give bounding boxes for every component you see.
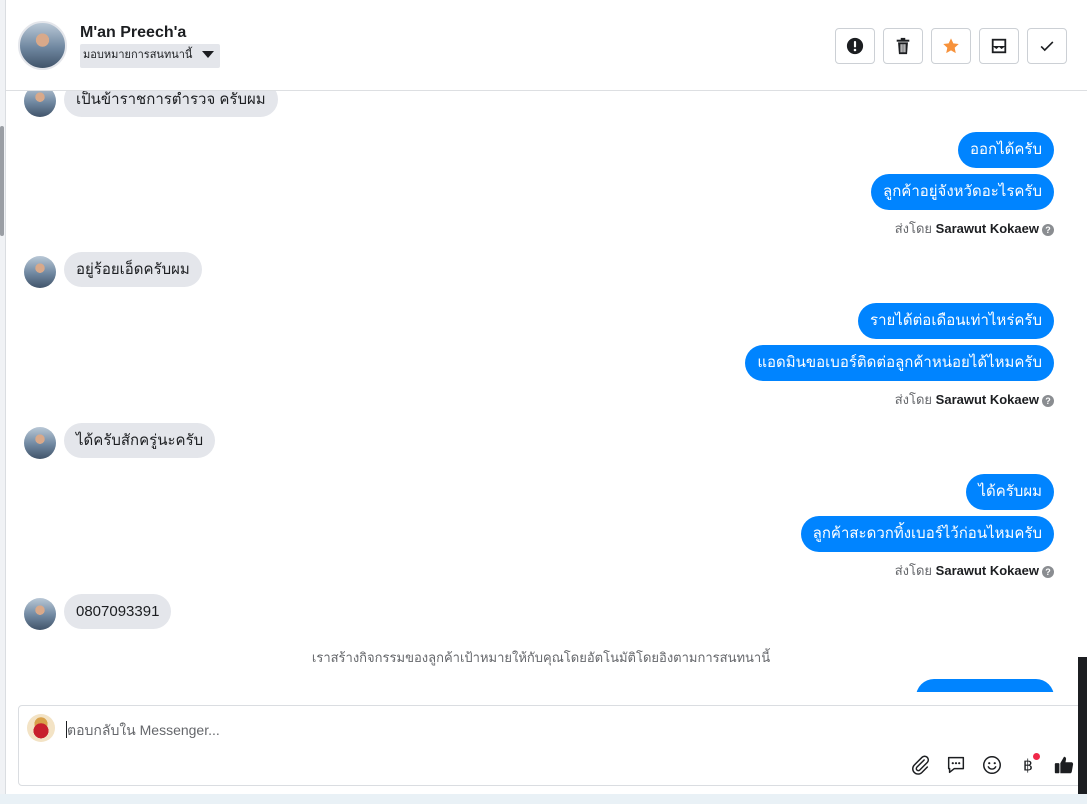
outgoing-message[interactable]: แอดมินขอเบอร์ติดต่อลูกค้าหน่อยได้ไหมครับ [745, 345, 1054, 381]
payment-button[interactable]: ฿ [1016, 753, 1040, 777]
contact-name[interactable]: M'an Preech'a [80, 24, 186, 42]
sent-by-label: ส่งโดย Sarawut Kokaew? [895, 218, 1054, 239]
sent-by-label: ส่งโดย Sarawut Kokaew? [895, 389, 1054, 410]
saved-replies-button[interactable] [944, 753, 968, 777]
attach-button[interactable] [908, 753, 932, 777]
assign-label: มอบหมายการสนทนานี้ [83, 49, 193, 61]
bottom-strip [0, 794, 1087, 804]
incoming-message[interactable]: 0807093391 [64, 594, 172, 629]
star-button[interactable] [931, 28, 971, 64]
reply-input[interactable] [67, 720, 967, 740]
exclamation-circle-icon [846, 37, 864, 55]
page-avatar [27, 714, 55, 742]
side-panel-edge [1077, 480, 1087, 520]
sent-by-prefix: ส่งโดย [894, 563, 933, 578]
reply-composer: ฿ [18, 705, 1083, 786]
incoming-message[interactable]: ได้ครับสักครู่นะครับ [64, 423, 216, 458]
paperclip-icon [912, 755, 930, 775]
contact-avatar-small[interactable] [24, 256, 56, 288]
svg-text:฿: ฿ [1023, 757, 1033, 775]
incoming-message[interactable]: เป็นข้าราชการตำรวจ ครับผม [64, 91, 278, 117]
contact-avatar-small[interactable] [24, 427, 56, 459]
outgoing-message[interactable]: ลูกค้าอยู่จังหวัดอะไรครับ [871, 174, 1054, 210]
sent-by-label: ส่งโดย Sarawut Kokaew? [895, 560, 1054, 581]
side-panel-dark-strip [1078, 657, 1087, 794]
like-button[interactable] [1052, 753, 1076, 777]
emoji-button[interactable] [980, 753, 1004, 777]
mark-done-button[interactable] [1027, 28, 1067, 64]
message-thread[interactable]: เป็นข้าราชการตำรวจ ครับผม ออกได้ครับ ลูก… [6, 91, 1076, 692]
contact-avatar-small[interactable] [24, 598, 56, 630]
sender-name: Sarawut Kokaew [935, 221, 1039, 236]
contact-avatar[interactable] [18, 21, 67, 70]
help-icon[interactable]: ? [1042, 224, 1054, 236]
star-icon [943, 38, 959, 54]
conversation-header: M'an Preech'a มอบหมายการสนทนานี้ [6, 0, 1087, 91]
trash-icon [896, 37, 910, 55]
emoji-icon [983, 756, 1001, 774]
outgoing-message[interactable]: ออกได้ครับ [958, 132, 1054, 168]
sent-by-prefix: ส่งโดย [894, 221, 933, 236]
scrollbar-thumb[interactable] [0, 126, 4, 236]
saved-reply-icon [947, 756, 965, 774]
delete-button[interactable] [883, 28, 923, 64]
caret-down-icon [202, 51, 215, 58]
outgoing-message[interactable]: ได้ครับผม [966, 474, 1054, 510]
outgoing-message[interactable]: ลูกค้าสะดวกทิ้งเบอร์ไว้ก่อนไหมครับ [800, 516, 1054, 552]
contact-avatar-small[interactable] [24, 91, 56, 117]
outgoing-message-partial[interactable] [916, 679, 1054, 692]
sender-name: Sarawut Kokaew [935, 563, 1039, 578]
spam-button[interactable] [835, 28, 875, 64]
sender-name: Sarawut Kokaew [935, 392, 1039, 407]
mark-unread-button[interactable] [979, 28, 1019, 64]
incoming-message[interactable]: อยู่ร้อยเอ็ดครับผม [64, 252, 202, 287]
help-icon[interactable]: ? [1042, 566, 1054, 578]
assign-conversation-dropdown[interactable]: มอบหมายการสนทนานี้ [80, 44, 221, 68]
notification-dot [1033, 753, 1040, 760]
thumbs-up-icon [1054, 756, 1074, 774]
check-icon [1040, 41, 1054, 52]
help-icon[interactable]: ? [1042, 395, 1054, 407]
outgoing-message[interactable]: รายได้ต่อเดือนเท่าไหร่ครับ [858, 303, 1054, 339]
sent-by-prefix: ส่งโดย [894, 392, 933, 407]
system-note: เราสร้างกิจกรรมของลูกค้าเป้าหมายให้กับคุ… [311, 650, 771, 665]
envelope-icon [991, 38, 1007, 54]
